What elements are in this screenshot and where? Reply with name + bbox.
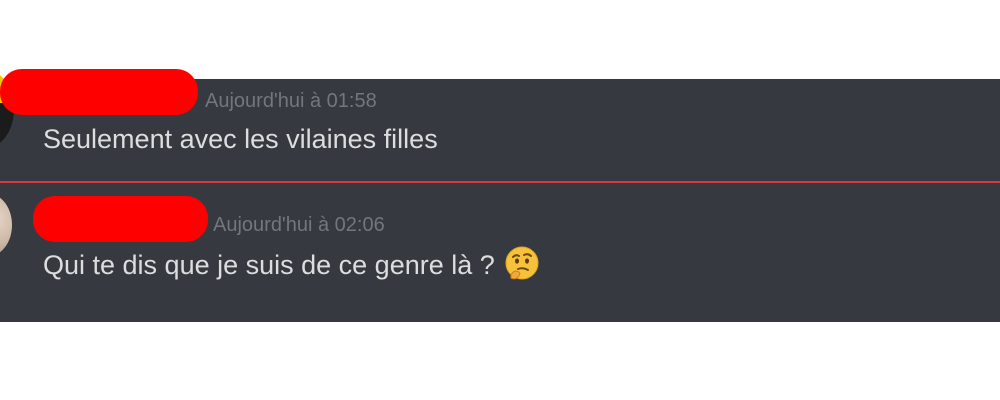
thinking-face-icon <box>503 245 541 283</box>
message-timestamp: Aujourd'hui à 01:58 <box>205 90 377 112</box>
message-text: Seulement avec les vilaines filles <box>43 124 438 154</box>
chat-messages: Aujourd'hui à 01:58 Seulement avec les v… <box>0 69 1000 322</box>
avatar[interactable] <box>0 194 12 256</box>
new-messages-divider <box>0 181 1000 183</box>
message: Qui te dis que je suis de ce genre là ? <box>43 245 541 286</box>
message-text: Qui te dis que je suis de ce genre là ? <box>43 250 495 281</box>
redacted-username <box>33 196 208 242</box>
redacted-username <box>0 69 198 115</box>
message-timestamp: Aujourd'hui à 02:06 <box>213 214 385 236</box>
message: Aujourd'hui à 01:58 Seulement avec les v… <box>0 69 1000 183</box>
